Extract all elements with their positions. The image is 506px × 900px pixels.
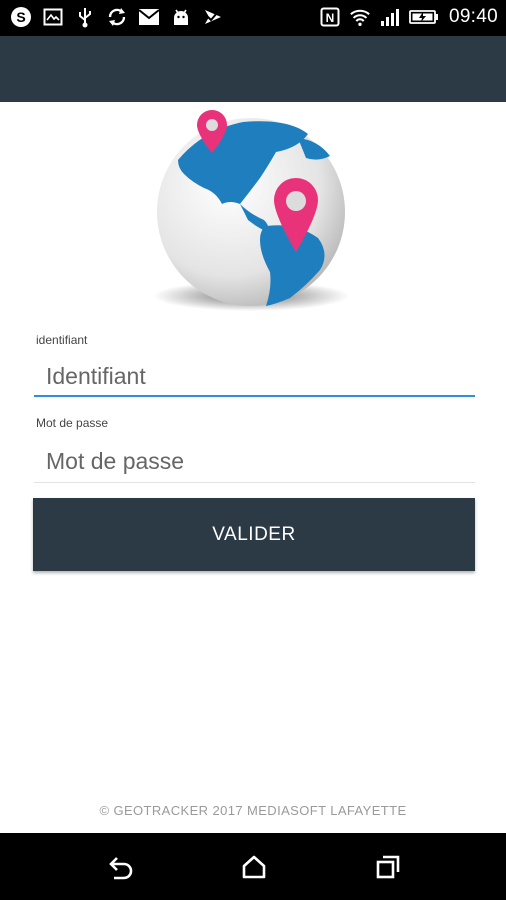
navigation-bar bbox=[0, 833, 506, 900]
clock: 09:40 bbox=[448, 6, 498, 27]
submit-button[interactable]: VALIDER bbox=[33, 498, 475, 571]
skype-icon: S bbox=[10, 6, 32, 28]
username-field[interactable] bbox=[34, 357, 475, 397]
notification-icons: S bbox=[10, 6, 224, 28]
wifi-icon bbox=[349, 6, 371, 28]
password-label: Mot de passe bbox=[36, 416, 109, 430]
status-bar: S N 09:40 bbox=[0, 0, 506, 36]
globe-logo bbox=[148, 108, 358, 313]
username-label: identifiant bbox=[36, 333, 88, 347]
app-bar bbox=[0, 36, 506, 102]
battery-icon bbox=[409, 6, 439, 28]
system-icons: N 09:40 bbox=[319, 6, 498, 28]
back-icon[interactable] bbox=[106, 853, 134, 881]
image-icon bbox=[42, 6, 64, 28]
mail-icon bbox=[138, 6, 160, 28]
password-field[interactable] bbox=[34, 440, 475, 483]
nfc-icon: N bbox=[319, 6, 341, 28]
sync-icon bbox=[106, 6, 128, 28]
usb-icon bbox=[74, 6, 96, 28]
check-icon bbox=[202, 6, 224, 28]
signal-icon bbox=[379, 6, 401, 28]
android-icon bbox=[170, 6, 192, 28]
recents-icon[interactable] bbox=[374, 853, 402, 881]
home-icon[interactable] bbox=[240, 853, 268, 881]
copyright-footer: © GEOTRACKER 2017 MEDIASOFT LAFAYETTE bbox=[99, 803, 407, 818]
svg-text:N: N bbox=[326, 11, 335, 25]
svg-text:S: S bbox=[16, 9, 25, 25]
